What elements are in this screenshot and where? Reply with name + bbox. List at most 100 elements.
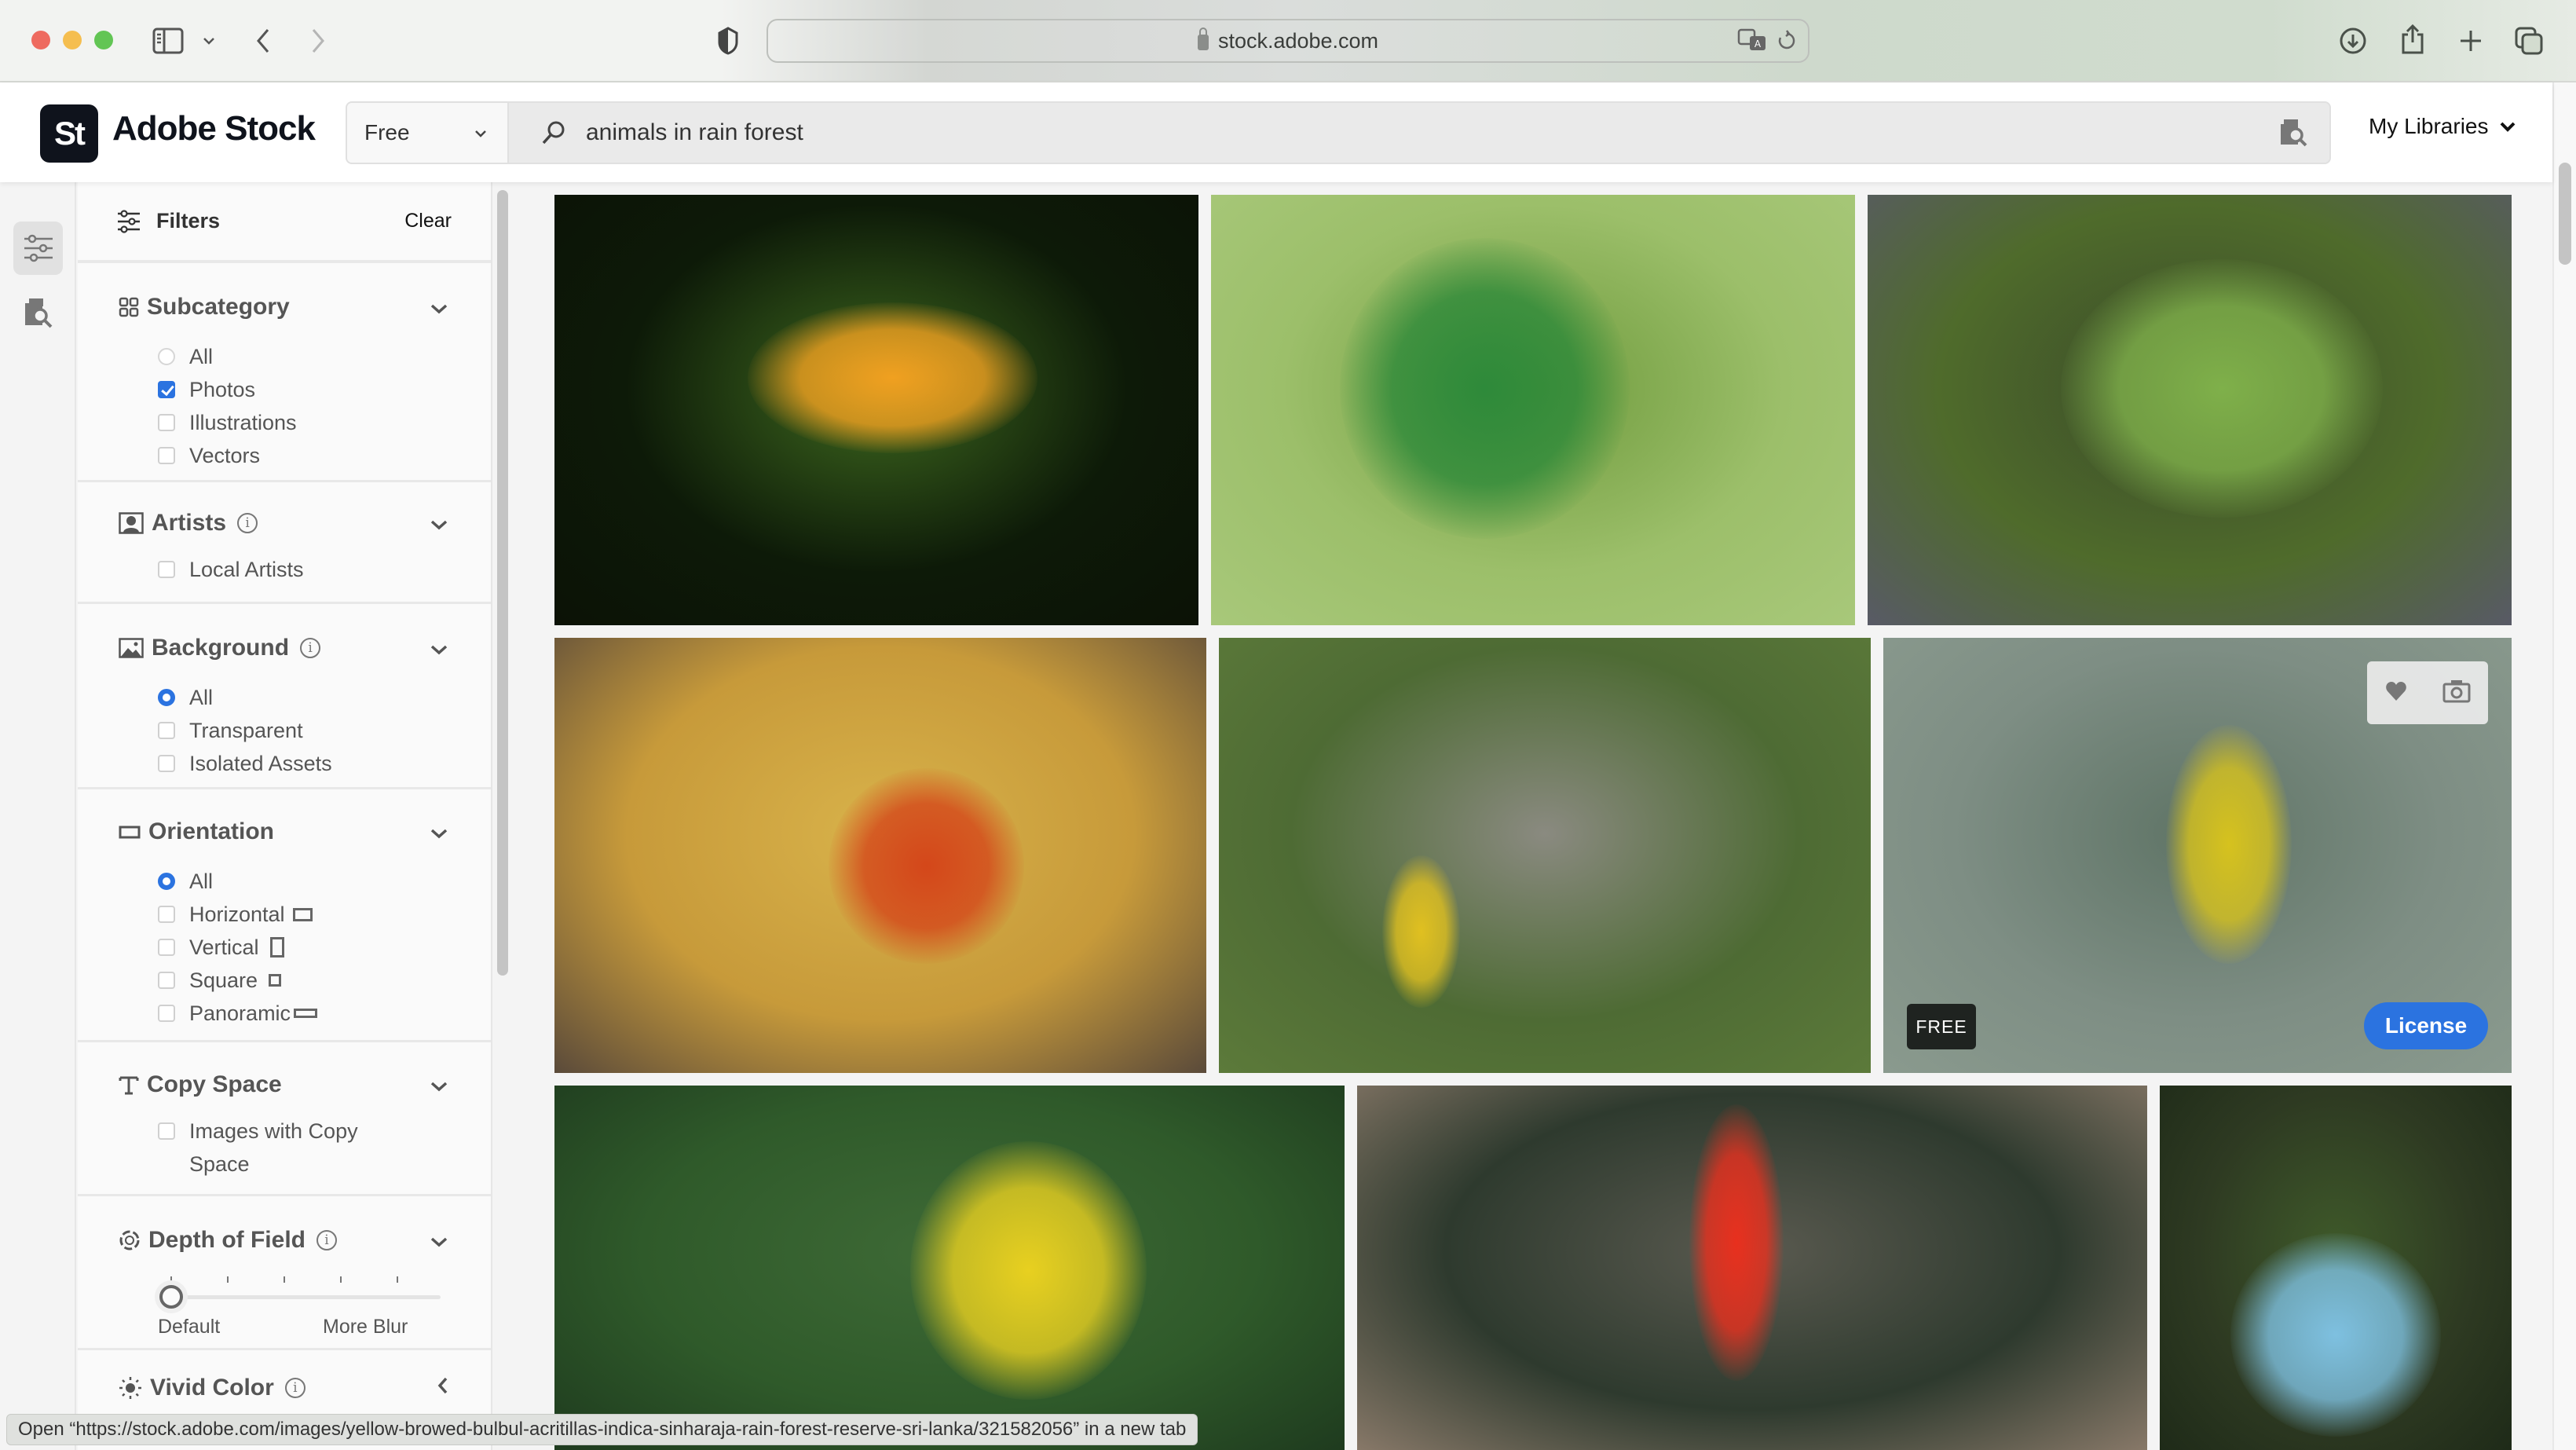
option-label: Transparent — [189, 718, 303, 742]
orientation-option-horizontal[interactable]: Horizontal — [119, 898, 491, 931]
chevron-down-icon[interactable] — [430, 636, 448, 661]
tab-overview-icon[interactable] — [2513, 24, 2545, 58]
info-icon[interactable]: i — [284, 1378, 306, 1398]
chevron-down-icon[interactable] — [430, 511, 448, 536]
chevron-down-icon — [474, 124, 487, 142]
background-option-isolated[interactable]: Isolated Assets — [119, 747, 491, 780]
subcategory-option-photos[interactable]: Photos — [119, 373, 491, 406]
radio-button[interactable] — [158, 873, 175, 890]
result-image-7[interactable] — [554, 1086, 1345, 1450]
slider-handle[interactable] — [159, 1285, 183, 1309]
adobe-stock-logo[interactable]: St — [40, 104, 98, 163]
sidebar-toggle-icon[interactable] — [151, 25, 185, 57]
checkbox[interactable] — [158, 1122, 175, 1140]
slider-track[interactable] — [181, 1295, 441, 1299]
checkbox[interactable] — [158, 939, 175, 956]
license-button[interactable]: License — [2364, 1002, 2488, 1049]
tab-group-chevron-icon[interactable] — [199, 31, 218, 50]
chevron-down-icon[interactable] — [430, 1228, 448, 1253]
result-image-5[interactable] — [1219, 638, 1871, 1073]
checkbox[interactable] — [158, 722, 175, 739]
page-scrollbar[interactable] — [2552, 82, 2576, 1450]
vivid-color-header[interactable]: Vivid Color i — [119, 1369, 491, 1407]
subcategory-option-illustrations[interactable]: Illustrations — [119, 406, 491, 439]
subcategory-section: Subcategory All Photos Illustrations Vec… — [78, 263, 491, 482]
background-option-all[interactable]: All — [119, 681, 491, 714]
checkbox[interactable] — [158, 447, 175, 464]
depth-of-field-slider[interactable]: Default More Blur — [158, 1259, 491, 1346]
copy-space-option[interactable]: Images with Copy Space — [119, 1115, 386, 1181]
heart-icon[interactable] — [2385, 681, 2407, 705]
result-image-4[interactable] — [554, 638, 1206, 1073]
back-icon[interactable] — [250, 25, 276, 57]
orientation-option-all[interactable]: All — [119, 865, 491, 898]
artists-option-local[interactable]: Local Artists — [119, 553, 491, 586]
filters-panel-button[interactable] — [13, 222, 63, 275]
downloads-icon[interactable] — [2337, 24, 2369, 58]
share-icon[interactable] — [2397, 20, 2428, 58]
checkbox[interactable] — [158, 906, 175, 923]
chevron-down-icon[interactable] — [430, 820, 448, 844]
checkbox[interactable] — [158, 414, 175, 431]
privacy-shield-icon[interactable] — [715, 25, 741, 57]
background-header[interactable]: Background i — [119, 629, 491, 667]
orientation-option-square[interactable]: Square — [119, 964, 491, 997]
orientation-header[interactable]: Orientation — [119, 813, 491, 851]
brand-name[interactable]: Adobe Stock — [112, 109, 316, 148]
result-image-8[interactable] — [1357, 1086, 2147, 1450]
info-icon[interactable]: i — [237, 513, 258, 533]
checkbox[interactable] — [158, 561, 175, 578]
clear-filters-button[interactable]: Clear — [404, 210, 452, 233]
filters-header: Filters Clear — [78, 182, 491, 263]
filters-scrollbar[interactable] — [493, 182, 512, 1450]
background-option-transparent[interactable]: Transparent — [119, 714, 491, 747]
result-image-3[interactable] — [1868, 195, 2512, 625]
subcategory-option-vectors[interactable]: Vectors — [119, 439, 491, 472]
camera-icon[interactable] — [2442, 679, 2471, 707]
checkbox[interactable] — [158, 972, 175, 989]
visual-search-panel-button[interactable] — [13, 286, 63, 339]
my-libraries-menu[interactable]: My Libraries — [2369, 114, 2516, 139]
image-subject — [2061, 259, 2383, 518]
translate-icon[interactable]: A — [1736, 25, 1770, 57]
subcategory-header[interactable]: Subcategory — [119, 288, 491, 326]
checkbox[interactable] — [158, 755, 175, 772]
sliders-icon — [24, 234, 53, 262]
vertical-icon — [269, 937, 284, 958]
scrollbar-thumb[interactable] — [497, 190, 508, 976]
copy-space-header[interactable]: Copy Space — [119, 1066, 491, 1104]
new-tab-icon[interactable] — [2455, 25, 2486, 57]
chevron-down-icon[interactable] — [430, 295, 448, 320]
slider-tick — [340, 1276, 342, 1283]
info-icon[interactable]: i — [300, 638, 321, 658]
fullscreen-window-button[interactable] — [94, 31, 113, 49]
result-image-2[interactable] — [1211, 195, 1855, 625]
my-libraries-label: My Libraries — [2369, 114, 2489, 138]
chevron-left-icon[interactable] — [437, 1376, 448, 1401]
checkbox[interactable] — [158, 1005, 175, 1022]
close-window-button[interactable] — [31, 31, 50, 49]
license-filter-dropdown[interactable]: Free — [347, 103, 509, 163]
artists-header[interactable]: Artists i — [119, 504, 491, 542]
minimize-window-button[interactable] — [63, 31, 82, 49]
result-image-9[interactable] — [2160, 1086, 2512, 1450]
image-subject — [1340, 237, 1630, 540]
info-icon[interactable]: i — [316, 1230, 337, 1250]
address-bar[interactable]: stock.adobe.com — [767, 19, 1809, 63]
orientation-option-vertical[interactable]: Vertical — [119, 931, 491, 964]
radio-button[interactable] — [158, 348, 175, 365]
chevron-down-icon[interactable] — [430, 1073, 448, 1097]
scrollbar-thumb[interactable] — [2559, 163, 2571, 265]
radio-button[interactable] — [158, 689, 175, 706]
search-input[interactable]: animals in rain forest — [509, 103, 2259, 163]
visual-search-button[interactable] — [2259, 103, 2329, 163]
depth-of-field-header[interactable]: Depth of Field i — [119, 1221, 491, 1259]
reload-icon[interactable] — [1775, 25, 1798, 57]
orientation-option-panoramic[interactable]: Panoramic — [119, 997, 491, 1030]
option-label: All — [189, 344, 214, 368]
result-image-1[interactable] — [554, 195, 1198, 625]
subcategory-option-all[interactable]: All — [119, 340, 491, 373]
forward-icon[interactable] — [305, 25, 331, 57]
option-label: Horizontal — [189, 902, 285, 926]
checkbox[interactable] — [158, 381, 175, 398]
